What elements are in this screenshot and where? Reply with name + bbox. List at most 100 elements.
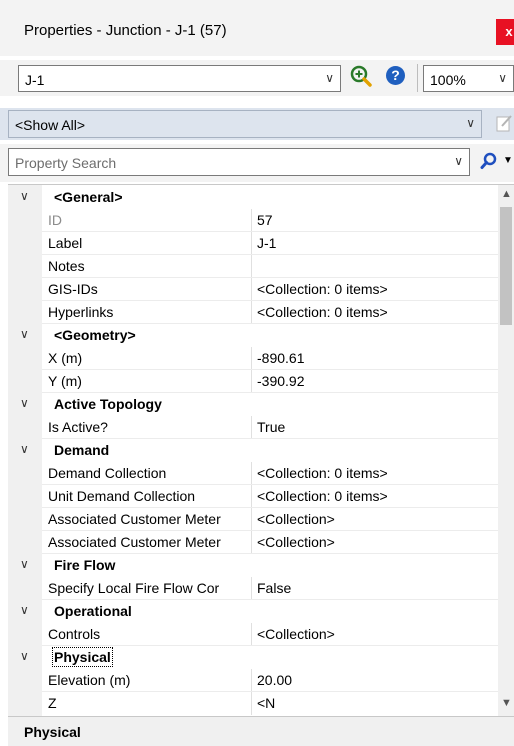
- column-divider: [251, 623, 252, 646]
- property-row-specify-local-fire-flow[interactable]: Specify Local Fire Flow Cor False: [8, 577, 498, 600]
- property-name: Is Active?: [48, 419, 108, 435]
- property-name: Elevation (m): [48, 672, 131, 688]
- search-options-dropdown[interactable]: ▼: [503, 155, 513, 166]
- chevron-down-icon[interactable]: ∨: [20, 557, 29, 571]
- chevron-down-icon[interactable]: ∨: [20, 396, 29, 410]
- category-label: Demand: [54, 442, 110, 458]
- chevron-down-icon: ∨: [466, 116, 475, 130]
- scrollbar-thumb[interactable]: [500, 207, 512, 325]
- zoom-level-value: 100%: [430, 72, 466, 88]
- property-value[interactable]: -390.92: [257, 373, 304, 389]
- column-divider: [251, 416, 252, 439]
- column-divider: [251, 209, 252, 232]
- category-active-topology[interactable]: ∨ Active Topology: [8, 393, 498, 416]
- close-button[interactable]: x: [496, 19, 514, 45]
- zoom-level-select[interactable]: 100% ∨: [423, 65, 514, 92]
- property-value[interactable]: <N: [257, 695, 275, 711]
- chevron-down-icon[interactable]: ∨: [20, 442, 29, 456]
- property-value[interactable]: True: [257, 419, 285, 435]
- zoom-icon[interactable]: [349, 64, 373, 88]
- category-fire-flow[interactable]: ∨ Fire Flow: [8, 554, 498, 577]
- column-divider: [251, 232, 252, 255]
- vertical-scrollbar[interactable]: ▲ ▼: [498, 185, 514, 717]
- property-name: Unit Demand Collection: [48, 488, 196, 504]
- window-title: Properties - Junction - J-1 (57): [24, 22, 227, 39]
- filter-select[interactable]: <Show All> ∨: [8, 110, 482, 138]
- property-row-controls[interactable]: Controls <Collection>: [8, 623, 498, 646]
- property-value[interactable]: False: [257, 580, 291, 596]
- column-divider: [251, 692, 252, 715]
- property-row-elevation[interactable]: Elevation (m) 20.00: [8, 669, 498, 692]
- description-panel: Physical: [8, 716, 514, 746]
- edit-icon[interactable]: [496, 114, 512, 132]
- property-row-x[interactable]: X (m) -890.61: [8, 347, 498, 370]
- property-search-input[interactable]: Property Search ∨: [8, 148, 470, 176]
- category-label: Fire Flow: [54, 557, 116, 573]
- column-divider: [251, 577, 252, 600]
- scroll-up-icon[interactable]: ▲: [501, 188, 512, 200]
- category-label: Physical: [52, 647, 113, 667]
- chevron-down-icon: ∨: [498, 71, 507, 85]
- help-icon[interactable]: ?: [386, 66, 405, 85]
- property-name: Label: [48, 235, 83, 251]
- search-bar: Property Search ∨: [0, 144, 514, 182]
- column-divider: [251, 508, 252, 531]
- property-value[interactable]: <Collection: 0 items>: [257, 281, 388, 297]
- property-row-y[interactable]: Y (m) -390.92: [8, 370, 498, 393]
- property-value[interactable]: <Collection>: [257, 511, 335, 527]
- column-divider: [251, 370, 252, 393]
- category-demand[interactable]: ∨ Demand: [8, 439, 498, 462]
- category-label: Active Topology: [54, 396, 162, 412]
- property-value[interactable]: <Collection: 0 items>: [257, 304, 388, 320]
- property-row-associated-customer-meter[interactable]: Associated Customer Meter <Collection>: [8, 531, 498, 554]
- column-divider: [251, 278, 252, 301]
- category-label: <Geometry>: [54, 327, 136, 343]
- description-title: Physical: [24, 724, 81, 740]
- chevron-down-icon[interactable]: ∨: [20, 649, 29, 663]
- property-value[interactable]: <Collection: 0 items>: [257, 465, 388, 481]
- property-search-placeholder: Property Search: [15, 155, 117, 171]
- property-value[interactable]: <Collection>: [257, 534, 335, 550]
- property-row-unit-demand-collection[interactable]: Unit Demand Collection <Collection: 0 it…: [8, 485, 498, 508]
- property-value[interactable]: J-1: [257, 235, 276, 251]
- chevron-down-icon[interactable]: ∨: [20, 327, 29, 341]
- property-value[interactable]: -890.61: [257, 350, 304, 366]
- property-name: Z: [48, 695, 57, 711]
- category-operational[interactable]: ∨ Operational: [8, 600, 498, 623]
- property-name: Controls: [48, 626, 101, 642]
- property-name: Associated Customer Meter: [48, 511, 221, 527]
- property-name: GIS-IDs: [48, 281, 98, 297]
- property-value: 57: [257, 212, 273, 228]
- property-row-gis-ids[interactable]: GIS-IDs <Collection: 0 items>: [8, 278, 498, 301]
- filter-value: <Show All>: [15, 117, 86, 133]
- scroll-down-icon[interactable]: ▼: [501, 697, 512, 709]
- chevron-down-icon: ∨: [325, 71, 334, 85]
- category-label: <General>: [54, 189, 123, 205]
- search-icon[interactable]: [480, 152, 498, 170]
- property-value[interactable]: 20.00: [257, 672, 292, 688]
- property-row-label[interactable]: Label J-1: [8, 232, 498, 255]
- property-row-z[interactable]: Z <N: [8, 692, 498, 715]
- property-value[interactable]: <Collection: 0 items>: [257, 488, 388, 504]
- category-geometry[interactable]: ∨ <Geometry>: [8, 324, 498, 347]
- property-row-demand-collection[interactable]: Demand Collection <Collection: 0 items>: [8, 462, 498, 485]
- property-row-id[interactable]: ID 57: [8, 209, 498, 232]
- property-row-is-active[interactable]: Is Active? True: [8, 416, 498, 439]
- column-divider: [251, 669, 252, 692]
- category-label: Operational: [54, 603, 132, 619]
- property-value[interactable]: <Collection>: [257, 626, 335, 642]
- property-name: Hyperlinks: [48, 304, 114, 320]
- category-physical[interactable]: ∨ Physical: [8, 646, 498, 669]
- property-row-hyperlinks[interactable]: Hyperlinks <Collection: 0 items>: [8, 301, 498, 324]
- column-divider: [251, 255, 252, 278]
- property-row-associated-customer-meter[interactable]: Associated Customer Meter <Collection>: [8, 508, 498, 531]
- column-divider: [251, 485, 252, 508]
- column-divider: [251, 462, 252, 485]
- chevron-down-icon[interactable]: ∨: [20, 189, 29, 203]
- property-row-notes[interactable]: Notes: [8, 255, 498, 278]
- chevron-down-icon[interactable]: ∨: [20, 603, 29, 617]
- category-general[interactable]: ∨ <General>: [8, 186, 498, 209]
- column-divider: [251, 301, 252, 324]
- element-selector[interactable]: J-1 ∨: [18, 65, 341, 92]
- property-name: Y (m): [48, 373, 82, 389]
